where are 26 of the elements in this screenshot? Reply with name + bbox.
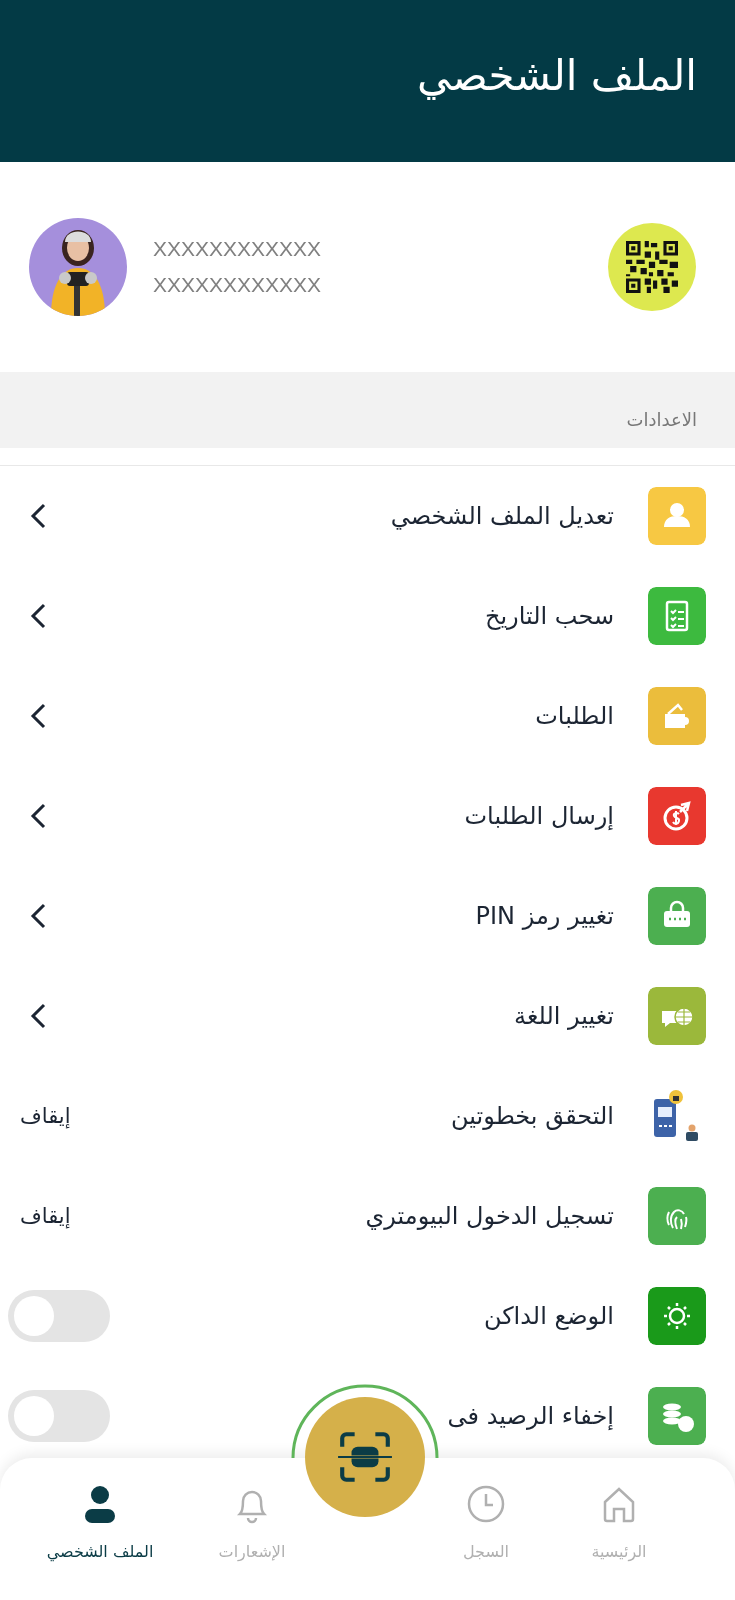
qr-code-icon xyxy=(626,241,678,293)
setting-label[interactable]: إرسال الطلبات xyxy=(464,802,614,830)
chevron-icon xyxy=(29,902,47,930)
chevron-icon xyxy=(29,802,47,830)
status-text: إيقاف xyxy=(20,1204,71,1228)
setting-label[interactable]: تغيير اللغة xyxy=(514,1002,614,1030)
page-title: الملف الشخصي xyxy=(417,50,697,102)
setting-label[interactable]: التحقق بخطوتين xyxy=(451,1102,614,1130)
setting-label[interactable]: تغيير رمز PIN xyxy=(475,902,614,930)
setting-label[interactable]: سحب التاريخ xyxy=(484,602,614,630)
setting-label[interactable]: تعديل الملف الشخصي xyxy=(390,502,614,530)
toggle-switch[interactable] xyxy=(8,1390,110,1442)
chevron-icon xyxy=(29,1002,47,1030)
toggle-switch[interactable] xyxy=(8,1290,110,1342)
setting-label[interactable]: تسجيل الدخول البيومتري xyxy=(365,1202,614,1230)
status-text: إيقاف xyxy=(20,1104,71,1128)
setting-label[interactable]: إخفاء الرصيد فى xyxy=(447,1402,614,1430)
setting-label[interactable]: الوضع الداكن xyxy=(483,1302,614,1330)
chevron-icon xyxy=(29,602,47,630)
chevron-icon xyxy=(29,702,47,730)
section-title: الاعدادات xyxy=(626,409,697,430)
masked-text: XXXXXXXXXXXX xyxy=(153,237,323,261)
chevron-icon xyxy=(29,502,47,530)
setting-label[interactable]: الطلبات xyxy=(535,702,614,730)
masked-text: XXXXXXXXXXXX xyxy=(153,273,323,297)
nav-tab[interactable]: الملف الشخصي xyxy=(46,1480,154,1561)
